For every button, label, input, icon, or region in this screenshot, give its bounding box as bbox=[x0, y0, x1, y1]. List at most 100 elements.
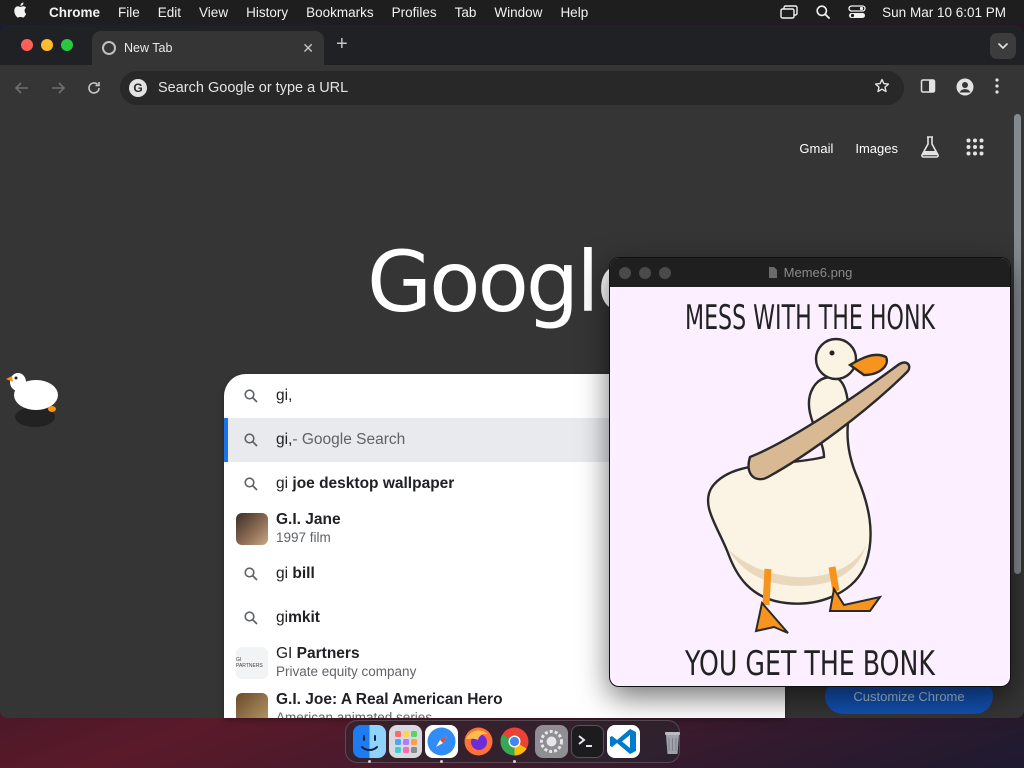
dock-vscode-icon[interactable] bbox=[607, 725, 641, 758]
suggestion-rest: Partners bbox=[292, 645, 360, 662]
suggestion-subtitle: 1997 film bbox=[276, 530, 331, 545]
dock-launchpad-icon[interactable] bbox=[389, 725, 423, 758]
chrome-labs-icon[interactable] bbox=[920, 136, 940, 161]
gi-joe-thumbnail bbox=[236, 693, 268, 718]
search-icon bbox=[244, 611, 260, 625]
tab-close-icon[interactable]: ✕ bbox=[302, 40, 314, 57]
preview-filename: Meme6.png bbox=[783, 265, 853, 280]
suggestion-rest: - Google Search bbox=[292, 431, 406, 448]
preview-titlebar[interactable]: Meme6.png bbox=[610, 258, 1010, 287]
arrow-right-icon bbox=[52, 82, 65, 94]
meme-top-text: MESS WITH THE HONK bbox=[685, 298, 936, 338]
toolbar: G Search Google or type a URL bbox=[0, 65, 1024, 110]
menubar-clock[interactable]: Sun Mar 10 6:01 PM bbox=[874, 5, 1006, 20]
search-icon bbox=[244, 567, 260, 581]
menu-view[interactable]: View bbox=[190, 5, 237, 20]
google-g-icon: G bbox=[129, 79, 147, 97]
menu-help[interactable]: Help bbox=[551, 5, 597, 20]
dock-chrome-icon[interactable] bbox=[498, 725, 531, 763]
arrow-left-icon bbox=[15, 82, 28, 94]
search-icon bbox=[244, 433, 260, 447]
meme-bottom-text: YOU GET THE BONK bbox=[684, 644, 936, 684]
suggestion-match: gi bbox=[276, 475, 289, 492]
meme-image: MESS WITH THE HONK YOU GET THE BONK bbox=[684, 298, 936, 684]
dock-terminal-icon[interactable] bbox=[570, 725, 604, 758]
chrome-menu-button[interactable] bbox=[994, 77, 1000, 100]
dock-finder-icon[interactable] bbox=[352, 725, 386, 763]
gi-jane-thumbnail bbox=[236, 513, 268, 545]
window-zoom-button[interactable] bbox=[61, 39, 73, 51]
profile-button[interactable] bbox=[956, 78, 974, 101]
search-icon bbox=[244, 389, 260, 403]
omnibox-placeholder: Search Google or type a URL bbox=[158, 80, 349, 96]
page-scrollbar[interactable] bbox=[1014, 114, 1021, 574]
suggestion-gi-joe-hero[interactable]: G.I. Joe: A Real American Hero American … bbox=[224, 686, 785, 718]
spotlight-search-icon[interactable] bbox=[806, 5, 840, 19]
new-tab-button[interactable]: + bbox=[336, 33, 348, 56]
dock bbox=[345, 720, 680, 763]
tab-title: New Tab bbox=[124, 41, 173, 55]
suggestion-rest: joe desktop wallpaper bbox=[288, 475, 455, 492]
back-button[interactable] bbox=[11, 77, 33, 99]
screen-mirroring-icon[interactable] bbox=[772, 5, 806, 19]
document-icon bbox=[768, 266, 778, 279]
preview-window[interactable]: Meme6.png MESS WITH THE HONK YOU GET THE… bbox=[609, 257, 1011, 687]
suggestion-rest: bill bbox=[288, 565, 315, 582]
suggestion-match: GI bbox=[276, 645, 293, 662]
window-minimize-button[interactable] bbox=[41, 39, 53, 51]
apple-icon[interactable] bbox=[0, 2, 40, 22]
suggestion-subtitle: American animated series bbox=[276, 710, 433, 718]
ntp-header-links: Gmail Images bbox=[799, 136, 1024, 161]
suggestion-rest: mkit bbox=[288, 609, 320, 626]
menu-edit[interactable]: Edit bbox=[149, 5, 190, 20]
preview-close-button[interactable] bbox=[619, 267, 631, 279]
menu-tab[interactable]: Tab bbox=[446, 5, 486, 20]
tab-strip: New Tab ✕ + bbox=[0, 25, 1024, 65]
suggestion-subtitle: Private equity company bbox=[276, 664, 417, 679]
suggestion-match: gi bbox=[276, 609, 289, 626]
more-vertical-icon bbox=[995, 78, 999, 94]
images-link[interactable]: Images bbox=[855, 141, 898, 156]
search-query-text: gi, bbox=[276, 387, 293, 404]
gi-partners-logo: GI PARTNERS bbox=[236, 647, 268, 679]
tab-new-tab[interactable]: New Tab ✕ bbox=[92, 31, 324, 65]
reload-button[interactable] bbox=[83, 77, 105, 99]
dock-firefox-icon[interactable] bbox=[462, 725, 495, 758]
side-panel-icon bbox=[920, 79, 936, 93]
gmail-link[interactable]: Gmail bbox=[799, 141, 833, 156]
control-center-icon[interactable] bbox=[840, 5, 874, 19]
preview-minimize-button[interactable] bbox=[639, 267, 651, 279]
chrome-favicon-icon bbox=[102, 41, 116, 55]
google-logo: Google bbox=[367, 233, 648, 331]
menu-bar: Chrome File Edit View History Bookmarks … bbox=[0, 0, 1024, 24]
running-indicator bbox=[440, 760, 444, 763]
menu-history[interactable]: History bbox=[237, 5, 297, 20]
menu-file[interactable]: File bbox=[109, 5, 149, 20]
menu-bookmarks[interactable]: Bookmarks bbox=[297, 5, 383, 20]
profile-avatar-icon bbox=[956, 78, 974, 96]
suggestion-title: G.I. Jane bbox=[276, 511, 341, 528]
reload-icon bbox=[88, 82, 100, 94]
running-indicator bbox=[513, 760, 517, 763]
suggestion-match: gi bbox=[276, 565, 289, 582]
menu-profiles[interactable]: Profiles bbox=[383, 5, 446, 20]
dock-safari-icon[interactable] bbox=[425, 725, 459, 763]
tab-search-button[interactable] bbox=[990, 33, 1016, 59]
menu-app-chrome[interactable]: Chrome bbox=[40, 5, 109, 20]
dock-system-settings-icon[interactable] bbox=[534, 725, 568, 758]
bookmark-star-icon[interactable] bbox=[874, 78, 890, 98]
menu-window[interactable]: Window bbox=[485, 5, 551, 20]
suggestion-title: G.I. Joe: A Real American Hero bbox=[276, 691, 503, 708]
search-icon bbox=[244, 477, 260, 491]
side-panel-button[interactable] bbox=[920, 78, 936, 99]
window-close-button[interactable] bbox=[21, 39, 33, 51]
google-apps-icon[interactable] bbox=[966, 138, 984, 159]
desktop-goose[interactable] bbox=[0, 365, 62, 434]
dock-trash-icon[interactable] bbox=[656, 725, 689, 758]
chevron-down-icon bbox=[998, 43, 1008, 49]
omnibox[interactable]: G Search Google or type a URL bbox=[120, 71, 904, 105]
preview-zoom-button[interactable] bbox=[659, 267, 671, 279]
customize-chrome-label: Customize Chrome bbox=[853, 688, 965, 704]
forward-button[interactable] bbox=[47, 77, 69, 99]
running-indicator bbox=[367, 760, 371, 763]
